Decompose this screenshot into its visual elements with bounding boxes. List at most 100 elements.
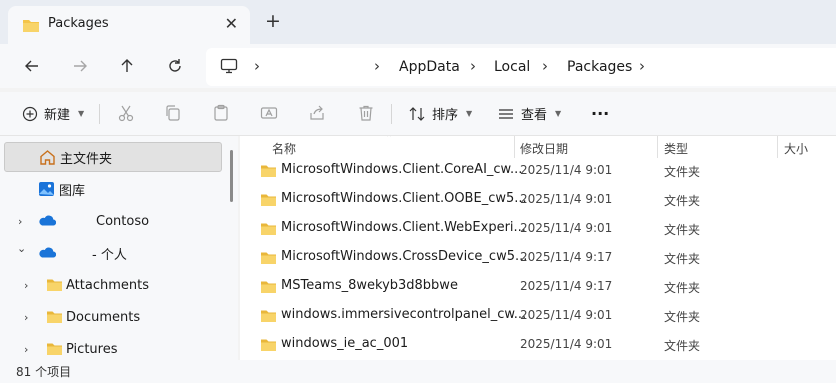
chevron-right-icon[interactable]: › (18, 215, 22, 228)
sort-button[interactable]: 排序 ▼ (408, 104, 472, 123)
file-date: 2025/11/4 9:01 (520, 163, 613, 177)
file-name: windows.immersivecontrolpanel_cw... (281, 307, 527, 322)
file-row[interactable]: windows_ie_ac_001 2025/11/4 9:01 文件夹 (240, 330, 836, 359)
close-tab-icon[interactable]: ✕ (225, 14, 238, 33)
file-name: windows_ie_ac_001 (281, 336, 409, 351)
tab-title: Packages (48, 16, 109, 31)
file-name: MSTeams_8wekyb3d8bbwe (281, 278, 458, 293)
column-divider[interactable] (777, 136, 778, 158)
column-header-size[interactable]: 大小 (784, 140, 808, 157)
breadcrumb-separator[interactable]: › (254, 57, 260, 75)
nav-item-label: Pictures (66, 341, 118, 357)
breadcrumb-separator[interactable]: › (542, 57, 548, 75)
navigation-bar: › › AppData › Local › Packages › (0, 44, 836, 88)
tab-packages[interactable]: Packages ✕ (8, 6, 250, 44)
folder-icon (260, 164, 277, 182)
sort-icon (409, 106, 425, 121)
file-row[interactable]: windows.immersivecontrolpanel_cw... 2025… (240, 301, 836, 330)
folder-icon (46, 278, 63, 296)
chevron-down-icon: ▼ (555, 109, 562, 118)
forward-button[interactable] (70, 56, 90, 76)
refresh-button[interactable] (165, 56, 185, 76)
column-header-name[interactable]: 名称 (272, 140, 296, 157)
share-button[interactable] (308, 104, 328, 124)
view-button[interactable]: 查看 ▼ (497, 104, 561, 123)
share-icon (310, 105, 324, 120)
chevron-down-icon: ▼ (466, 109, 473, 118)
pane-splitter[interactable] (230, 150, 233, 202)
arrow-left-icon (25, 60, 38, 72)
column-header-date[interactable]: 修改日期 (520, 140, 568, 157)
nav-item-gallery[interactable]: 图库 (4, 174, 222, 204)
file-type: 文件夹 (664, 281, 701, 295)
new-button[interactable]: 新建 ▼ (22, 104, 84, 123)
folder-icon (260, 309, 277, 327)
nav-item-label: Contoso (96, 213, 150, 229)
rename-button[interactable] (260, 104, 280, 124)
cut-icon (118, 105, 134, 122)
file-type: 文件夹 (664, 223, 701, 237)
column-divider[interactable] (657, 136, 658, 158)
chevron-right-icon[interactable]: › (24, 311, 28, 324)
new-label: 新建 (44, 108, 71, 123)
copy-icon (166, 105, 180, 121)
nav-item-attachments[interactable]: › Attachments (4, 270, 222, 300)
paste-button[interactable] (212, 104, 232, 124)
chevron-right-icon[interactable]: › (24, 343, 28, 356)
plus-circle-icon (22, 106, 38, 121)
file-row[interactable]: MicrosoftWindows.Client.WebExperi... 202… (240, 214, 836, 243)
file-row[interactable]: MicrosoftWindows.CrossDevice_cw5... 2025… (240, 243, 836, 272)
chevron-down-icon: ▼ (78, 109, 85, 118)
file-date: 2025/11/4 9:01 (520, 221, 613, 235)
column-header-type[interactable]: 类型 (664, 140, 688, 157)
navigation-pane: 主文件夹 图库 › Contoso ⌄ - 个人 › Attachments ›… (0, 136, 238, 360)
folder-icon (46, 310, 63, 328)
breadcrumb-packages[interactable]: Packages (567, 59, 632, 75)
onedrive-icon (38, 247, 57, 262)
nav-item-onedrive-personal[interactable]: ⌄ - 个人 (4, 238, 222, 268)
breadcrumb-separator[interactable]: › (639, 57, 645, 75)
breadcrumb-separator[interactable]: › (374, 57, 380, 75)
back-button[interactable] (22, 56, 42, 76)
sort-label: 排序 (432, 108, 459, 123)
command-bar: 新建 ▼ 排序 ▼ 查看 ▼ ··· (0, 92, 836, 136)
file-date: 2025/11/4 9:01 (520, 337, 613, 351)
nav-item-documents[interactable]: › Documents (4, 302, 222, 332)
up-button[interactable] (117, 56, 137, 76)
delete-button[interactable] (357, 104, 377, 124)
file-row[interactable]: MicrosoftWindows.Client.OOBE_cw5... 2025… (240, 185, 836, 214)
file-type: 文件夹 (664, 165, 701, 179)
breadcrumb-local[interactable]: Local (494, 59, 530, 75)
breadcrumb-separator[interactable]: › (470, 57, 476, 75)
more-options-button[interactable]: ··· (591, 104, 609, 123)
computer-icon (220, 58, 238, 78)
refresh-icon (169, 59, 181, 72)
onedrive-icon (38, 215, 57, 230)
folder-icon (260, 338, 277, 356)
copy-button[interactable] (164, 104, 184, 124)
column-divider[interactable] (514, 136, 515, 158)
file-row[interactable]: MSTeams_8wekyb3d8bbwe 2025/11/4 9:17 文件夹 (240, 272, 836, 301)
chevron-down-icon[interactable]: ⌄ (17, 242, 26, 255)
paste-icon (214, 104, 228, 121)
address-bar[interactable]: › › AppData › Local › Packages › (206, 48, 836, 86)
file-list: ⌃ 名称 修改日期 类型 大小 MicrosoftWindows.Client.… (240, 136, 836, 360)
divider (99, 104, 100, 124)
nav-item-onedrive-contoso[interactable]: › Contoso (4, 206, 222, 236)
file-date: 2025/11/4 9:01 (520, 308, 613, 322)
view-icon (499, 108, 513, 119)
folder-icon (260, 280, 277, 298)
breadcrumb-appdata[interactable]: AppData (399, 59, 460, 75)
new-tab-button[interactable]: + (265, 11, 281, 31)
item-count: 81 个项目 (16, 365, 72, 379)
arrow-right-icon (74, 60, 87, 72)
nav-item-home[interactable]: 主文件夹 (4, 142, 222, 172)
rename-icon (260, 107, 278, 119)
nav-item-label: 主文件夹 (60, 151, 113, 167)
cut-button[interactable] (117, 104, 137, 124)
chevron-right-icon[interactable]: › (24, 279, 28, 292)
file-name: MicrosoftWindows.CrossDevice_cw5... (281, 249, 528, 264)
trash-icon (359, 105, 373, 121)
file-type: 文件夹 (664, 310, 701, 324)
file-row[interactable]: MicrosoftWindows.Client.CoreAI_cw... 202… (240, 156, 836, 185)
